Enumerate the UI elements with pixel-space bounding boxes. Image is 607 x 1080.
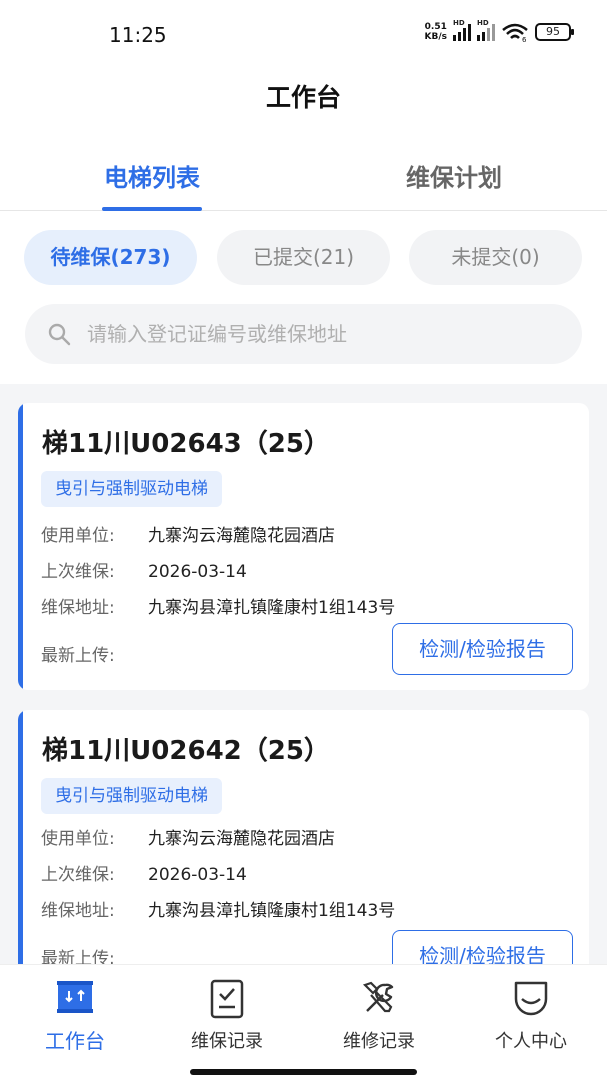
elevator-list: 梯11川U02643（25） 曳引与强制驱动电梯 使用单位: 九寨沟云海麓隐花园酒… xyxy=(0,384,607,964)
nav-workbench[interactable]: 工作台 xyxy=(0,965,150,1063)
signal-1-icon: HD xyxy=(453,19,471,41)
card-title: 梯11川U02643（25） xyxy=(42,429,330,459)
tools-icon xyxy=(362,981,394,1013)
page-title: 工作台 xyxy=(265,83,341,112)
last-maintenance-row: 上次维保: 2026-03-14 xyxy=(41,865,247,885)
svg-text:6: 6 xyxy=(522,36,527,42)
home-indicator[interactable] xyxy=(190,1069,417,1075)
profile-icon xyxy=(514,981,548,1016)
elevator-type-tag: 曳引与强制驱动电梯 xyxy=(41,471,222,507)
net-speed: 0.51 KB/s xyxy=(424,22,447,42)
report-button[interactable]: 检测/检验报告 xyxy=(392,623,573,675)
search-icon xyxy=(48,323,71,346)
last-maintenance-row: 上次维保: 2026-03-14 xyxy=(41,562,247,582)
latest-upload-row: 最新上传: xyxy=(41,949,115,964)
status-time: 11:25 xyxy=(109,23,167,47)
nav-label: 工作台 xyxy=(45,1029,105,1053)
status-indicators: 0.51 KB/s HD HD 6 95 xyxy=(424,19,574,42)
bottom-nav: 工作台 维保记录 维修记录 个人中心 xyxy=(0,964,607,1062)
latest-upload-row: 最新上传: xyxy=(41,646,115,666)
filter-not-submitted[interactable]: 未提交(0) xyxy=(409,230,582,285)
nav-profile[interactable]: 个人中心 xyxy=(456,965,606,1063)
card-accent-bar xyxy=(18,403,23,690)
user-unit-row: 使用单位: 九寨沟云海麓隐花园酒店 xyxy=(41,829,335,849)
signal-2-icon: HD xyxy=(477,19,495,41)
elevator-card[interactable]: 梯11川U02642（25） 曳引与强制驱动电梯 使用单位: 九寨沟云海麓隐花园酒… xyxy=(18,710,589,964)
tab-bar: 电梯列表 维保计划 xyxy=(0,140,607,211)
maintenance-address-row: 维保地址: 九寨沟县漳扎镇隆康村1组143号 xyxy=(41,901,396,921)
wifi-icon: 6 xyxy=(502,23,528,42)
filter-submitted[interactable]: 已提交(21) xyxy=(217,230,390,285)
workbench-icon xyxy=(57,981,93,1013)
tab-elevator-list[interactable]: 电梯列表 xyxy=(52,158,252,193)
nav-label: 维保记录 xyxy=(191,1031,263,1052)
elevator-card[interactable]: 梯11川U02643（25） 曳引与强制驱动电梯 使用单位: 九寨沟云海麓隐花园酒… xyxy=(18,403,589,690)
nav-maintenance-records[interactable]: 维保记录 xyxy=(152,965,302,1063)
battery-icon: 95 xyxy=(535,23,574,41)
clipboard-check-icon xyxy=(210,979,244,1019)
search-bar[interactable] xyxy=(25,304,582,364)
nav-label: 维修记录 xyxy=(343,1031,415,1052)
search-input[interactable] xyxy=(87,318,557,350)
card-title: 梯11川U02642（25） xyxy=(42,736,330,766)
nav-repair-records[interactable]: 维修记录 xyxy=(304,965,454,1063)
card-accent-bar xyxy=(18,710,23,964)
maintenance-address-row: 维保地址: 九寨沟县漳扎镇隆康村1组143号 xyxy=(41,598,396,618)
nav-label: 个人中心 xyxy=(495,1031,567,1052)
active-tab-indicator xyxy=(102,207,202,211)
elevator-type-tag: 曳引与强制驱动电梯 xyxy=(41,778,222,814)
filter-pending[interactable]: 待维保(273) xyxy=(24,230,197,285)
report-button[interactable]: 检测/检验报告 xyxy=(392,930,573,964)
status-bar: 11:25 0.51 KB/s HD HD 6 95 xyxy=(0,0,607,70)
user-unit-row: 使用单位: 九寨沟云海麓隐花园酒店 xyxy=(41,526,335,546)
tab-maintenance-plan[interactable]: 维保计划 xyxy=(354,158,554,193)
